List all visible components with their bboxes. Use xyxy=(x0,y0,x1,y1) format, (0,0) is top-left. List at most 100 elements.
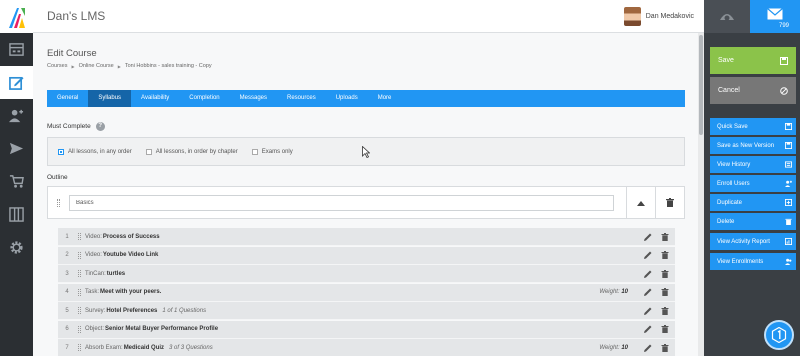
breadcrumb-item[interactable]: Online Course xyxy=(79,63,114,69)
nav-settings[interactable] xyxy=(0,231,33,264)
edit-lesson-button[interactable] xyxy=(643,250,653,260)
breadcrumb: Courses ▶ Online Course ▶ Toni Hobbins -… xyxy=(47,63,212,69)
collapse-chapter-button[interactable] xyxy=(626,187,655,218)
tab-resources[interactable]: Resources xyxy=(277,90,326,107)
duplicate-button[interactable]: Duplicate xyxy=(710,194,796,211)
breadcrumb-item: Toni Hobbins - sales training - Copy xyxy=(124,63,212,69)
button-label: Duplicate xyxy=(717,199,743,206)
lesson-type: Object: xyxy=(85,326,105,332)
lesson-type: Absorb Exam: xyxy=(85,344,123,351)
nav-messages[interactable] xyxy=(0,132,33,165)
breadcrumb-separator-icon: ▶ xyxy=(71,63,75,69)
app-logo[interactable] xyxy=(0,0,33,33)
scrollbar-thumb[interactable] xyxy=(699,35,703,135)
nav-dashboard[interactable] xyxy=(0,33,33,66)
main-content: Edit Course Courses ▶ Online Course ▶ To… xyxy=(33,33,698,356)
tab-syllabus[interactable]: Syllabus xyxy=(88,90,132,107)
lesson-row[interactable]: 4 Task: Meet with your peers. Weight: 10 xyxy=(58,283,675,302)
drag-handle-icon[interactable] xyxy=(57,199,60,207)
help-icon[interactable]: ? xyxy=(95,122,105,131)
edit-lesson-button[interactable] xyxy=(643,324,653,334)
delete-lesson-button[interactable] xyxy=(660,324,670,334)
gear-icon xyxy=(10,241,23,254)
tab-more[interactable]: More xyxy=(368,90,402,107)
edit-lesson-button[interactable] xyxy=(643,343,653,353)
option-by-chapter[interactable]: All lessons, in order by chapter xyxy=(145,148,238,155)
question-count: 1 of 1 Questions xyxy=(162,307,207,314)
delete-lesson-button[interactable] xyxy=(660,250,670,260)
lesson-row[interactable]: 5 Survey: Hotel Preferences 1 of 1 Quest… xyxy=(58,302,675,320)
option-exams-only[interactable]: Exams only xyxy=(251,148,293,155)
tab-messages[interactable]: Messages xyxy=(230,90,277,107)
view-history-button[interactable]: View History xyxy=(710,156,796,173)
tab-completion[interactable]: Completion xyxy=(179,90,229,107)
save-button[interactable]: Save xyxy=(710,47,796,74)
drag-handle-icon[interactable] xyxy=(78,307,81,314)
lesson-row[interactable]: 6 Object: Senior Metal Buyer Performance… xyxy=(58,320,675,339)
edit-lesson-button[interactable] xyxy=(643,269,653,279)
lesson-row[interactable]: 3 TinCan: turtles xyxy=(58,265,675,283)
delete-button[interactable]: Delete xyxy=(710,213,796,230)
drag-handle-icon[interactable] xyxy=(78,325,81,333)
nav-users[interactable] xyxy=(0,99,33,132)
trash-icon xyxy=(661,232,669,241)
help-fab-button[interactable] xyxy=(764,320,794,350)
drag-handle-icon[interactable] xyxy=(78,288,81,296)
drag-handle-icon[interactable] xyxy=(78,344,81,351)
delete-chapter-button[interactable] xyxy=(655,187,684,218)
nav-ecommerce[interactable] xyxy=(0,165,33,198)
breadcrumb-item[interactable]: Courses xyxy=(47,63,67,69)
nav-reports[interactable] xyxy=(0,198,33,231)
edit-lesson-button[interactable] xyxy=(643,232,653,242)
drag-handle-icon[interactable] xyxy=(78,233,81,240)
tab-availability[interactable]: Availability xyxy=(131,90,179,107)
checkbox-icon[interactable] xyxy=(145,148,152,155)
row-number: 6 xyxy=(65,326,69,332)
nav-courses[interactable] xyxy=(0,66,33,99)
delete-lesson-button[interactable] xyxy=(660,306,670,316)
pencil-icon xyxy=(644,288,652,296)
lesson-name[interactable]: Hotel Preferences xyxy=(106,308,157,314)
lesson-name[interactable]: Medicaid Quiz xyxy=(124,345,164,351)
lesson-name[interactable]: turtles xyxy=(107,271,125,277)
save-new-version-button[interactable]: Save as New Version xyxy=(710,137,796,154)
quick-save-button[interactable]: Quick Save xyxy=(710,118,796,135)
switch-view-button[interactable] xyxy=(704,0,750,33)
checkbox-icon[interactable] xyxy=(58,148,64,155)
cancel-button[interactable]: Cancel xyxy=(710,77,796,104)
lesson-name[interactable]: Senior Metal Buyer Performance Profile xyxy=(105,326,218,332)
edit-lesson-button[interactable] xyxy=(643,287,653,297)
enroll-users-button[interactable]: Enroll Users xyxy=(710,175,796,192)
lesson-name[interactable]: Meet with your peers. xyxy=(100,289,161,295)
weight-label: Weight: xyxy=(599,289,620,295)
lesson-row[interactable]: 1 Video: Process of Success xyxy=(58,228,675,246)
drag-handle-icon[interactable] xyxy=(78,251,81,259)
history-icon xyxy=(785,161,792,168)
lesson-type: Task: xyxy=(85,289,100,295)
lesson-name[interactable]: Youtube Video Link xyxy=(103,252,158,258)
trash-icon xyxy=(661,269,669,278)
button-label: View Activity Report xyxy=(717,238,770,245)
chapter-name-input[interactable] xyxy=(69,195,614,211)
lesson-row[interactable]: 2 Video: Youtube Video Link xyxy=(58,246,675,265)
option-any-order[interactable]: All lessons, in any order xyxy=(58,148,132,155)
delete-lesson-button[interactable] xyxy=(660,232,670,242)
delete-lesson-button[interactable] xyxy=(660,343,670,353)
lesson-name[interactable]: Process of Success xyxy=(103,234,160,240)
view-enrollments-button[interactable]: View Enrollments xyxy=(710,253,796,270)
user-menu[interactable]: Dan Medakovic xyxy=(623,7,694,26)
delete-lesson-button[interactable] xyxy=(660,269,670,279)
lesson-row[interactable]: 7 Absorb Exam: Medicaid Quiz 3 of 3 Ques… xyxy=(58,339,675,356)
button-label: Delete xyxy=(717,218,735,225)
drag-handle-icon[interactable] xyxy=(78,270,81,277)
option-label: Exams only xyxy=(261,148,293,155)
messages-button[interactable]: 799 xyxy=(750,0,800,33)
tab-uploads[interactable]: Uploads xyxy=(326,90,368,107)
delete-lesson-button[interactable] xyxy=(660,287,670,297)
view-activity-report-button[interactable]: View Activity Report xyxy=(710,233,796,250)
lesson-weight: Weight: 10 xyxy=(599,289,628,295)
floppy-icon xyxy=(785,123,792,130)
checkbox-icon[interactable] xyxy=(251,148,258,155)
edit-lesson-button[interactable] xyxy=(643,306,653,316)
tab-general[interactable]: General xyxy=(47,90,88,107)
